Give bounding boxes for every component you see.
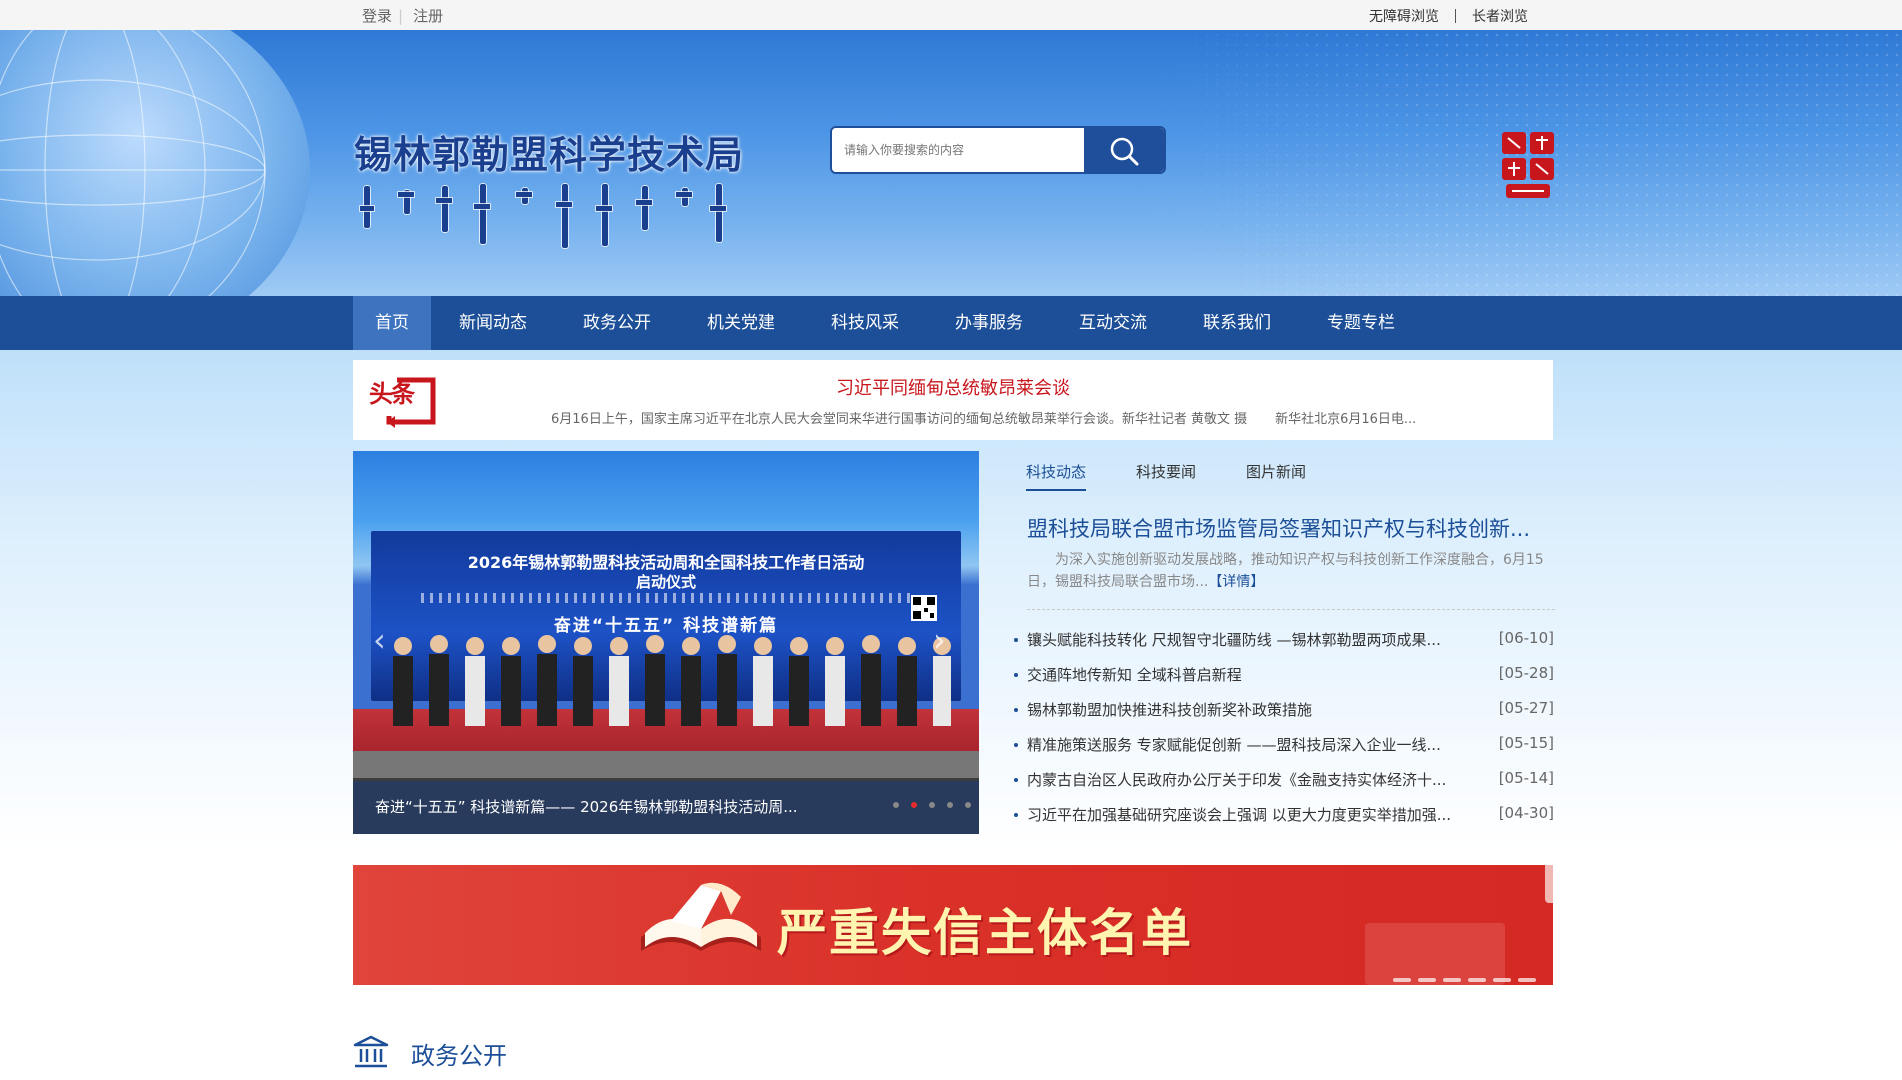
banner-dot[interactable] xyxy=(1468,978,1486,982)
news-title[interactable]: 锡林郭勒盟加快推进科技创新奖补政策措施 xyxy=(1027,699,1475,720)
carousel-dot-active[interactable] xyxy=(911,802,917,808)
list-item[interactable]: 精准施策送服务 专家赋能促创新 ——盟科技局深入企业一线... [05-15] xyxy=(1014,734,1554,769)
elder-browse-link[interactable]: 长者浏览 xyxy=(1472,9,1528,25)
register-link[interactable]: 注册 xyxy=(413,7,443,25)
news-date: [05-14] xyxy=(1498,769,1554,787)
divider xyxy=(1027,609,1555,610)
banner-dot[interactable] xyxy=(1443,978,1461,982)
main-navigation: 首页 新闻动态 政务公开 机关党建 科技风采 办事服务 互动交流 联系我们 专题… xyxy=(0,296,1902,350)
search-button[interactable] xyxy=(1084,128,1164,172)
nav-item-news[interactable]: 新闻动态 xyxy=(437,296,549,350)
tab-tech-updates[interactable]: 科技动态 xyxy=(1026,461,1087,491)
news-title[interactable]: 镶头赋能科技转化 尺规智守北疆防线 —锡林郭勒盟两项成果... xyxy=(1027,629,1475,650)
tab-photo-news[interactable]: 图片新闻 xyxy=(1246,461,1306,491)
banner-title: 严重失信主体名单 xyxy=(777,904,1193,962)
red-seal-logo xyxy=(1502,132,1554,198)
list-item[interactable]: 习近平在加强基础研究座谈会上强调 以更大力度更实举措加强... [04-30] xyxy=(1014,804,1554,839)
nav-item-services[interactable]: 办事服务 xyxy=(933,296,1045,350)
banner-dot[interactable] xyxy=(1393,978,1411,982)
carousel-dot[interactable] xyxy=(965,802,971,808)
nav-item-special-topics[interactable]: 专题专栏 xyxy=(1305,296,1417,350)
top-utility-bar: 登录 | 注册 无障碍浏览 长者浏览 xyxy=(0,0,1902,30)
news-date: [06-10] xyxy=(1498,629,1554,647)
news-title[interactable]: 交通阵地传新知 全域科普启新程 xyxy=(1027,664,1475,685)
news-title[interactable]: 精准施策送服务 专家赋能促创新 ——盟科技局深入企业一线... xyxy=(1027,734,1475,755)
headline-title-link[interactable]: 习近平同缅甸总统敏昂莱会谈 xyxy=(353,374,1553,400)
divider: | xyxy=(398,7,404,25)
news-panel: 科技动态 科技要闻 图片新闻 盟科技局联合盟市场监管局签署知识产权与科技创新..… xyxy=(1014,451,1555,834)
search-icon xyxy=(1110,137,1139,166)
header-banner: 锡林郭勒盟科学技术局 xyxy=(0,30,1902,296)
news-date: [05-28] xyxy=(1498,664,1554,682)
carousel-dot[interactable] xyxy=(947,802,953,808)
news-date: [05-27] xyxy=(1498,699,1554,717)
globe-grid-decoration xyxy=(0,30,266,296)
accessible-browse-link[interactable]: 无障碍浏览 xyxy=(1369,9,1439,25)
credit-blacklist-banner[interactable]: 严重失信主体名单 xyxy=(353,865,1553,985)
divider xyxy=(1455,9,1456,23)
carousel-prev-arrow-icon[interactable]: ‹ xyxy=(373,621,386,659)
board-text-line-1: 2026年锡林郭勒盟科技活动周和全国科技工作者日活动 xyxy=(467,553,865,572)
floor xyxy=(353,751,979,781)
headline-summary-2[interactable]: 新华社北京6月16日电... xyxy=(1275,412,1416,427)
headline-summary-1[interactable]: 6月16日上午，国家主席习近平在北京人民大会堂同来华进行国事访问的缅甸总统敏昂莱… xyxy=(551,412,1247,427)
carousel-caption: 奋进“十五五” 科技谱新篇—— 2026年锡林郭勒盟科技活动周... xyxy=(353,778,979,834)
news-date: [04-30] xyxy=(1498,804,1554,822)
group-of-people-image xyxy=(393,635,951,726)
section-title: 政务公开 xyxy=(411,1042,507,1070)
board-text-line-2: 启动仪式 xyxy=(635,573,696,591)
carousel-indicators xyxy=(881,793,971,812)
headline-ticker: 6月16日上午，国家主席习近平在北京人民大会堂同来华进行国事访问的缅甸总统敏昂莱… xyxy=(551,408,1511,427)
news-list: 镶头赋能科技转化 尺规智守北疆防线 —锡林郭勒盟两项成果... [06-10] 交… xyxy=(1014,629,1554,839)
featured-news-summary: 为深入实施创新驱动发展战略，推动知识产权与科技创新工作深度融合，6月15日，锡盟… xyxy=(1027,549,1555,593)
list-item[interactable]: 镶头赋能科技转化 尺规智守北疆防线 —锡林郭勒盟两项成果... [06-10] xyxy=(1014,629,1554,664)
headline-block: 头条 习近平同缅甸总统敏昂莱会谈 6月16日上午，国家主席习近平在北京人民大会堂… xyxy=(353,360,1553,440)
nav-item-government-affairs[interactable]: 政务公开 xyxy=(561,296,673,350)
banner-indicators xyxy=(1393,967,1543,985)
carousel-dot[interactable] xyxy=(893,802,899,808)
banner-dot[interactable] xyxy=(1418,978,1436,982)
nav-item-home[interactable]: 首页 xyxy=(353,296,431,350)
browse-mode-links: 无障碍浏览 长者浏览 xyxy=(1369,6,1528,26)
list-item[interactable]: 内蒙古自治区人民政府办公厅关于印发《金融支持实体经济十... [05-14] xyxy=(1014,769,1554,804)
news-tabs: 科技动态 科技要闻 图片新闻 xyxy=(1026,461,1356,491)
open-book-icon xyxy=(641,882,761,951)
carousel-next-arrow-icon[interactable]: › xyxy=(933,621,946,659)
login-link[interactable]: 登录 xyxy=(362,7,392,25)
featured-news-title[interactable]: 盟科技局联合盟市场监管局签署知识产权与科技创新... xyxy=(1027,513,1555,543)
nav-item-tech-showcase[interactable]: 科技风采 xyxy=(809,296,921,350)
board-mongolian-script xyxy=(421,593,911,603)
search-input[interactable] xyxy=(832,128,1084,172)
details-link[interactable]: 【详情】 xyxy=(1208,574,1264,590)
news-title[interactable]: 内蒙古自治区人民政府办公厅关于印发《金融支持实体经济十... xyxy=(1027,769,1475,790)
carousel-caption-text[interactable]: 奋进“十五五” 科技谱新篇—— 2026年锡林郭勒盟科技活动周... xyxy=(375,796,798,817)
scrollbar-handle[interactable] xyxy=(1545,865,1553,903)
news-date: [05-15] xyxy=(1498,734,1554,752)
government-building-icon xyxy=(353,1035,389,1068)
banner-dot[interactable] xyxy=(1493,978,1511,982)
nav-item-party-building[interactable]: 机关党建 xyxy=(685,296,797,350)
search-box xyxy=(830,126,1166,174)
qr-code-icon xyxy=(911,595,937,621)
featured-summary-text: 为深入实施创新驱动发展战略，推动知识产权与科技创新工作深度融合，6月15日，锡盟… xyxy=(1027,552,1544,590)
list-item[interactable]: 交通阵地传新知 全域科普启新程 [05-28] xyxy=(1014,664,1554,699)
banner-dot[interactable] xyxy=(1518,978,1536,982)
image-carousel[interactable]: 2026年锡林郭勒盟科技活动周和全国科技工作者日活动 启动仪式 奋进“十五五” … xyxy=(353,451,979,834)
carousel-dot[interactable] xyxy=(929,802,935,808)
list-item[interactable]: 锡林郭勒盟加快推进科技创新奖补政策措施 [05-27] xyxy=(1014,699,1554,734)
nav-item-interaction[interactable]: 互动交流 xyxy=(1057,296,1169,350)
tab-tech-headlines[interactable]: 科技要闻 xyxy=(1136,461,1196,491)
site-title: 锡林郭勒盟科学技术局 xyxy=(354,132,745,177)
news-title[interactable]: 习近平在加强基础研究座谈会上强调 以更大力度更实举措加强... xyxy=(1027,804,1475,825)
mongolian-script-title xyxy=(359,183,727,249)
nav-item-contact[interactable]: 联系我们 xyxy=(1181,296,1293,350)
auth-links: 登录 | 注册 xyxy=(362,5,453,26)
nav-menu: 首页 新闻动态 政务公开 机关党建 科技风采 办事服务 互动交流 联系我们 专题… xyxy=(353,296,1429,350)
